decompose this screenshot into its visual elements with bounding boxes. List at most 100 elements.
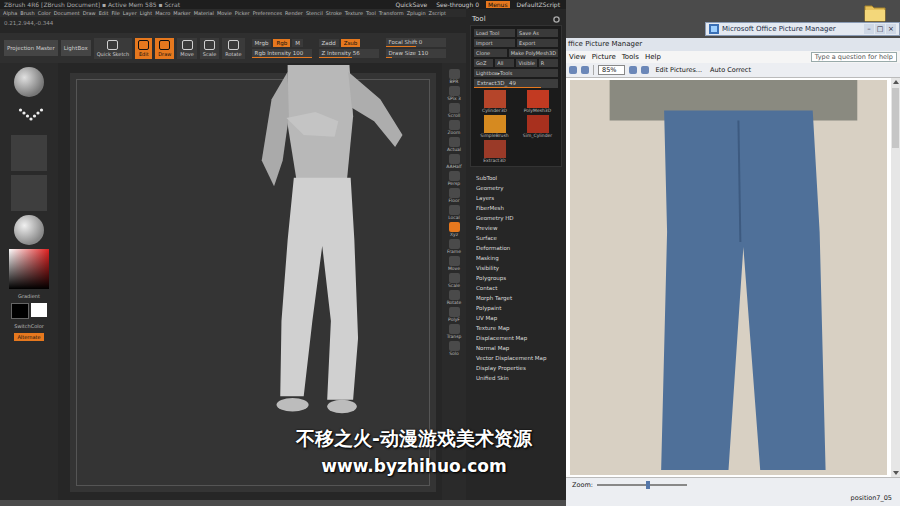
palette-section[interactable]: Geometry HD xyxy=(476,215,556,221)
palette-section[interactable]: Masking xyxy=(476,255,556,261)
alternate-button[interactable]: Alternate xyxy=(14,333,43,341)
palette-section[interactable]: Contact xyxy=(476,285,556,291)
stroke-icon[interactable] xyxy=(11,101,47,131)
menu-item[interactable]: Picture xyxy=(592,53,616,61)
shelf-button[interactable]: Actual xyxy=(442,137,466,152)
palette-section[interactable]: Layers xyxy=(476,195,556,201)
menu-item[interactable]: Edit xyxy=(99,10,109,16)
title-button[interactable]: QuickSave xyxy=(394,1,430,8)
mode-button[interactable]: Quick Sketch xyxy=(94,38,133,59)
gradient-label[interactable]: Gradient xyxy=(18,293,40,299)
menu-item[interactable]: Stencil xyxy=(306,10,323,16)
shelf-button[interactable]: Scale xyxy=(442,273,466,288)
zoom-knob[interactable] xyxy=(646,481,650,489)
tool-button[interactable]: Export xyxy=(517,39,558,47)
folder-icon[interactable] xyxy=(864,2,886,22)
shelf-button[interactable]: AAHalf xyxy=(442,154,466,169)
menu-item[interactable]: Stroke xyxy=(326,10,342,16)
palette-section[interactable]: Deformation xyxy=(476,245,556,251)
palette-section[interactable]: Visibility xyxy=(476,265,556,271)
palette-section[interactable]: FiberMesh xyxy=(476,205,556,211)
menu-item[interactable]: Alpha xyxy=(3,10,17,16)
mode-button[interactable]: Draw xyxy=(155,38,174,59)
edit-pictures-button[interactable]: Edit Pictures... xyxy=(653,66,704,74)
tool-button[interactable]: Clone xyxy=(474,49,507,57)
color-mode[interactable]: M xyxy=(292,39,303,47)
mode-button[interactable]: Rotate xyxy=(222,38,244,59)
window-control[interactable]: □ xyxy=(875,24,885,34)
menu-item[interactable]: Material xyxy=(194,10,214,16)
menu-item[interactable]: Color xyxy=(38,10,51,16)
alpha-icon[interactable] xyxy=(11,135,47,171)
shelf-button[interactable]: Solo xyxy=(442,341,466,356)
z-mode[interactable]: Zsub xyxy=(341,39,361,47)
menu-item[interactable]: Help xyxy=(645,53,661,61)
palette-section[interactable]: Surface xyxy=(476,235,556,241)
shelf-button[interactable]: SPix 3 xyxy=(442,86,466,101)
shelf-button[interactable]: Frame xyxy=(442,239,466,254)
title-button[interactable]: Menus xyxy=(486,1,510,8)
shelf-button[interactable]: Move xyxy=(442,256,466,271)
palette-section[interactable]: Morph Target xyxy=(476,295,556,301)
shelf-button[interactable]: Projection Master xyxy=(4,40,58,56)
menu-item[interactable]: Preferences xyxy=(253,10,282,16)
palette-section[interactable]: SubTool xyxy=(476,175,556,181)
palette-section[interactable]: Geometry xyxy=(476,185,556,191)
slider[interactable]: Focal Shift 0 xyxy=(386,38,446,47)
menu-item[interactable]: Layer xyxy=(123,10,137,16)
color-picker[interactable] xyxy=(9,249,49,289)
palette-section[interactable]: Unified Skin xyxy=(476,375,556,381)
color-mode[interactable]: Rgb xyxy=(273,39,290,47)
menu-item[interactable]: Movie xyxy=(217,10,232,16)
shelf-button[interactable]: Transp xyxy=(442,324,466,339)
mode-button[interactable]: Scale xyxy=(200,38,219,59)
scrollbar[interactable] xyxy=(891,78,900,477)
scroll-down-icon[interactable] xyxy=(893,471,899,475)
back-icon[interactable] xyxy=(569,66,577,74)
menu-item[interactable]: Tool xyxy=(366,10,376,16)
shelf-button[interactable]: PolyF xyxy=(442,307,466,322)
lightbox-tools-button[interactable]: Lightbox▸Tools xyxy=(474,69,558,77)
shelf-button[interactable]: Floor xyxy=(442,188,466,203)
palette-section[interactable]: Preview xyxy=(476,225,556,231)
shelf-button[interactable]: Zoom xyxy=(442,120,466,135)
menu-item[interactable]: Picker xyxy=(235,10,250,16)
tool-button[interactable]: R xyxy=(539,59,558,67)
shelf-button[interactable]: Rotate xyxy=(442,290,466,305)
menu-item[interactable]: Texture xyxy=(345,10,363,16)
tool-thumbnail[interactable]: Cylinder3D xyxy=(474,90,515,113)
menu-item[interactable]: Marker xyxy=(173,10,190,16)
palette-section[interactable]: UV Map xyxy=(476,315,556,321)
slider[interactable]: Draw Size 110 xyxy=(386,49,446,58)
shelf-button[interactable]: Local xyxy=(442,205,466,220)
taskbar-window[interactable]: Microsoft Office Picture Manager–□× xyxy=(705,22,900,36)
menu-item[interactable]: File xyxy=(111,10,119,16)
tool-thumbnail[interactable]: Sim_Cylinder xyxy=(517,115,558,138)
palette-section[interactable]: Polypaint xyxy=(476,305,556,311)
shelf-button[interactable]: Scroll xyxy=(442,103,466,118)
auto-correct-button[interactable]: Auto Correct xyxy=(708,66,753,74)
switch-color-label[interactable]: SwitchColor xyxy=(14,323,44,329)
forward-icon[interactable] xyxy=(581,66,589,74)
title-button[interactable]: DefaultZScript xyxy=(515,1,562,8)
menu-item[interactable]: Render xyxy=(285,10,303,16)
mode-button[interactable]: Move xyxy=(177,38,196,59)
z-mode[interactable]: Zadd xyxy=(319,39,339,47)
tool-thumbnail[interactable]: SimpleBrush xyxy=(474,115,515,138)
tool-button[interactable]: Make PolyMesh3D xyxy=(509,49,558,57)
mode-button[interactable]: Edit xyxy=(135,38,152,59)
menu-item[interactable]: Transform xyxy=(379,10,404,16)
tool-thumbnail[interactable]: PolyMesh3D xyxy=(517,90,558,113)
brush-icon[interactable] xyxy=(14,67,44,97)
color-swatches[interactable] xyxy=(11,303,47,319)
scroll-thumb[interactable] xyxy=(892,88,899,148)
palette-section[interactable]: Texture Map xyxy=(476,325,556,331)
model-figure[interactable] xyxy=(195,65,405,415)
shelf-button[interactable]: Xyz xyxy=(442,222,466,237)
menu-item[interactable]: Macro xyxy=(155,10,170,16)
palette-section[interactable]: Normal Map xyxy=(476,345,556,351)
menu-item[interactable]: Document xyxy=(54,10,80,16)
tool-button[interactable]: Save As xyxy=(517,29,558,37)
palette-section[interactable]: Vector Displacement Map xyxy=(476,355,556,361)
tool-slider[interactable]: Extract3D_ 49 xyxy=(474,79,558,88)
